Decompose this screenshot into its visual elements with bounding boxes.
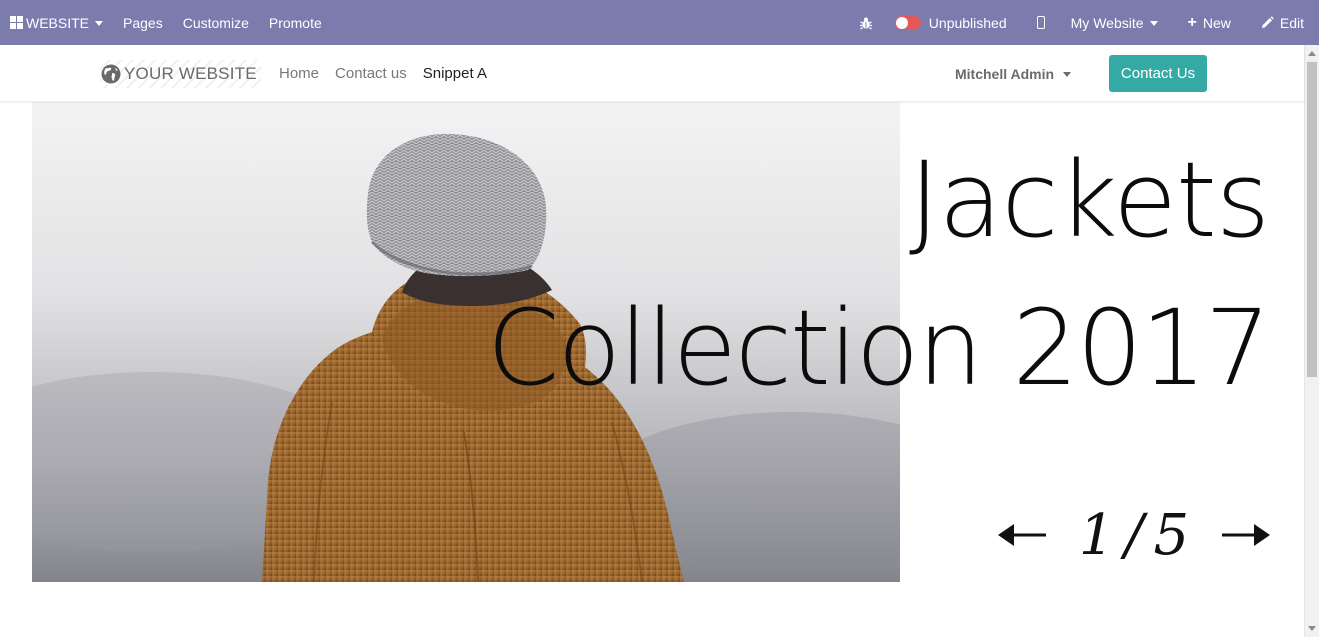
hero-title: Jackets Collection 2017	[486, 139, 1271, 409]
current-slide-number: 1	[1078, 502, 1115, 568]
website-menu[interactable]: WEBSITE	[0, 0, 113, 45]
pages-menu[interactable]: Pages	[113, 0, 173, 45]
promote-menu[interactable]: Promote	[259, 0, 332, 45]
user-name: Mitchell Admin	[955, 65, 1055, 82]
contact-us-button[interactable]: Contact Us	[1109, 55, 1207, 92]
page-scrollbar[interactable]	[1304, 45, 1319, 637]
publish-status-label: Unpublished	[928, 14, 1007, 31]
website-switcher-label: My Website	[1070, 14, 1144, 31]
arrow-left-icon	[998, 524, 1046, 546]
publish-toggle[interactable]: Unpublished	[887, 0, 1021, 45]
hero-title-line-1: Jackets	[908, 139, 1270, 261]
previous-slide-button[interactable]	[996, 521, 1048, 549]
carousel-pager: 1 / 5	[996, 500, 1272, 570]
edit-label: Edit	[1279, 14, 1304, 31]
toggle-icon	[894, 15, 921, 30]
logo-text: YOUR WEBSITE	[124, 64, 257, 83]
globe-icon	[100, 63, 122, 85]
scrollbar-thumb[interactable]	[1307, 62, 1317, 377]
bug-icon	[859, 16, 873, 30]
website-switcher[interactable]: My Website	[1061, 0, 1176, 45]
new-content-button[interactable]: + New	[1176, 0, 1249, 45]
website-menu-label: WEBSITE	[26, 14, 90, 31]
next-slide-button[interactable]	[1220, 521, 1272, 549]
caret-down-icon	[1063, 71, 1072, 77]
slide-counter: 1 / 5	[1079, 503, 1189, 568]
total-slides-number: 5	[1153, 502, 1190, 568]
customize-menu[interactable]: Customize	[173, 0, 259, 45]
grid-icon	[10, 16, 23, 29]
nav-item-home[interactable]: Home	[271, 65, 327, 82]
nav-item-contact-us[interactable]: Contact us	[327, 65, 415, 82]
mobile-icon	[1036, 16, 1045, 29]
mobile-preview-button[interactable]	[1021, 0, 1061, 45]
new-label: New	[1202, 14, 1231, 31]
caret-down-icon	[1149, 20, 1158, 26]
hero-title-line-2: Collection 2017	[486, 287, 1271, 409]
nav-item-snippet-a[interactable]: Snippet A	[415, 65, 495, 82]
user-menu[interactable]: Mitchell Admin	[955, 45, 1072, 102]
scroll-up-arrow-icon[interactable]	[1308, 51, 1316, 56]
website-admin-bar: WEBSITE Pages Customize Promote Unpublis…	[0, 0, 1319, 45]
plus-icon: +	[1187, 13, 1197, 31]
edit-button[interactable]: Edit	[1249, 0, 1319, 45]
main-navigation: Home Contact us Snippet A	[271, 45, 495, 102]
caret-down-icon	[95, 20, 104, 26]
slide-counter-separator: /	[1124, 502, 1144, 568]
site-header: YOUR WEBSITE Home Contact us Snippet A M…	[0, 45, 1304, 102]
scroll-down-arrow-icon[interactable]	[1308, 626, 1316, 631]
site-logo[interactable]: YOUR WEBSITE	[100, 60, 261, 88]
debug-button[interactable]	[845, 0, 887, 45]
arrow-right-icon	[1222, 524, 1270, 546]
pencil-icon	[1261, 16, 1274, 29]
